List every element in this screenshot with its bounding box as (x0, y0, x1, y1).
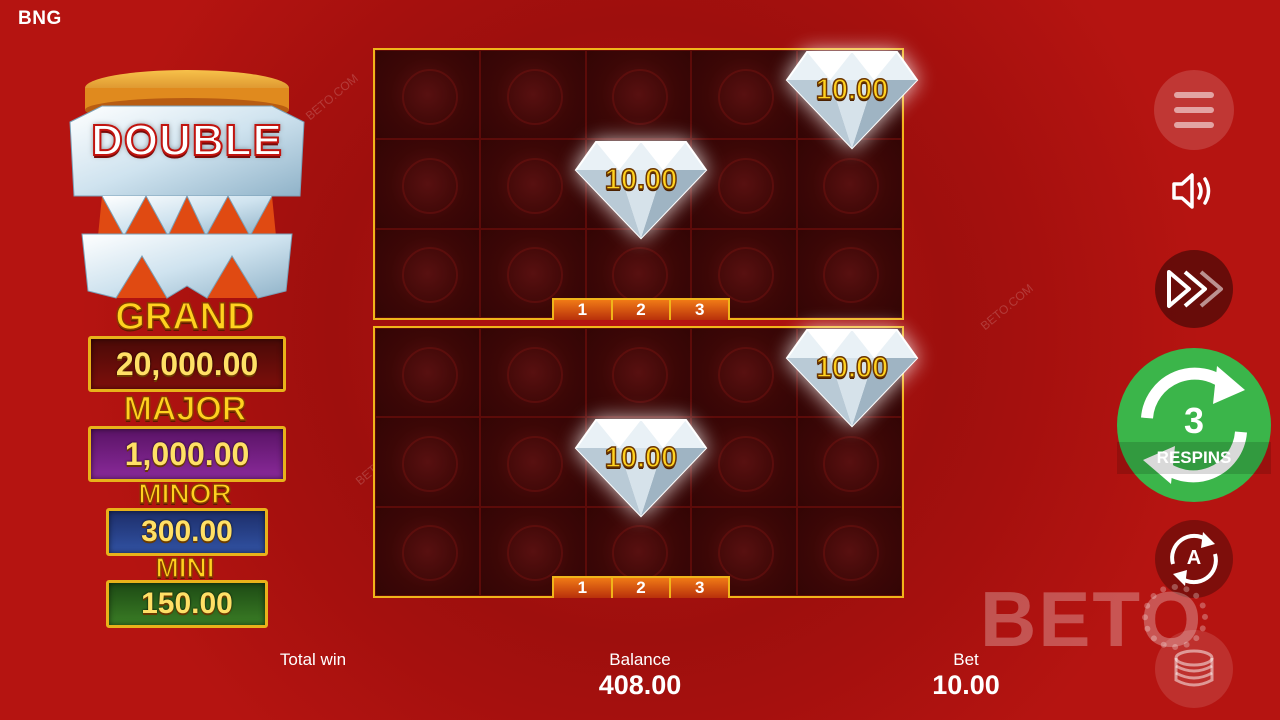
autoplay-letter: A (1186, 547, 1202, 569)
diamond-value: 10.00 (815, 73, 889, 107)
row-indicator-3: 3 (671, 578, 729, 598)
jackpot-minor-value: 300.00 (106, 508, 268, 556)
turbo-button[interactable] (1155, 250, 1233, 328)
jackpot-minor-label: MINOR (138, 477, 233, 510)
menu-icon (1174, 122, 1214, 128)
reel-cell (375, 328, 481, 418)
reel-cell (375, 506, 481, 596)
row-indicator: 1 2 3 (552, 298, 730, 320)
reel-board-bottom: 10.00 10.00 1 2 3 (373, 326, 919, 598)
reel-cell (796, 506, 902, 596)
reel-cell (375, 228, 481, 318)
drum-icon (69, 70, 305, 299)
sound-button[interactable] (1168, 168, 1220, 214)
jackpot-major-value: 1,000.00 (88, 426, 286, 482)
speaker-icon (1172, 173, 1211, 209)
diamond-value: 10.00 (604, 441, 678, 475)
bet-settings-button[interactable] (1155, 630, 1233, 708)
reel-cell (375, 417, 481, 507)
reel-cell (480, 417, 586, 507)
row-indicator: 1 2 3 (552, 576, 730, 598)
diamond-symbol: 10.00 (574, 134, 708, 244)
reel-cell (691, 50, 797, 140)
diamond-value: 10.00 (604, 163, 678, 197)
diamond-value: 10.00 (815, 351, 889, 385)
reel-cell (480, 50, 586, 140)
menu-icon (1174, 107, 1214, 113)
reel-cell (796, 228, 902, 318)
menu-button[interactable] (1154, 70, 1234, 150)
reel-cell (585, 50, 692, 140)
reel-cell (375, 139, 481, 229)
game-logo: DOUBLE (62, 66, 312, 306)
jackpot-grand-value: 20,000.00 (88, 336, 286, 392)
logo-title: DOUBLE (90, 115, 283, 166)
reel-cell (585, 328, 692, 418)
bet-label: Bet (953, 650, 979, 669)
fast-forward-icon (1167, 270, 1223, 308)
respin-button[interactable]: 3 RESPINS (1117, 348, 1271, 502)
row-indicator-2: 2 (612, 300, 672, 320)
reel-cell (375, 50, 481, 140)
reel-board-top: 10.00 10.00 1 2 3 (373, 48, 919, 320)
row-indicator-1: 1 (554, 300, 613, 320)
menu-icon (1174, 92, 1214, 98)
reel-cell (480, 328, 586, 418)
watermark-small: BETO.COM (977, 281, 1036, 333)
brand-logo: BNG (18, 8, 62, 29)
coin-stack-icon (1174, 649, 1214, 687)
jackpot-mini-value: 150.00 (106, 580, 268, 628)
diamond-symbol: 10.00 (574, 412, 708, 522)
row-indicator-2: 2 (612, 578, 672, 598)
total-win-label: Total win (279, 650, 347, 669)
row-indicator-3: 3 (671, 300, 729, 320)
diamond-symbol: 10.00 (785, 44, 919, 154)
balance-value: 408.00 (598, 670, 682, 700)
jackpot-major-label: MAJOR (123, 389, 247, 429)
balance-label: Balance (609, 650, 671, 669)
reel-cell (691, 328, 797, 418)
bet-value: 10.00 (932, 670, 1000, 700)
reel-cell (480, 139, 586, 229)
row-indicator-1: 1 (554, 578, 613, 598)
jackpot-grand-label: GRAND (115, 295, 256, 339)
respins-count: 3 (1183, 400, 1205, 441)
diamond-symbol: 10.00 (785, 322, 919, 432)
respins-label: RESPINS (1156, 448, 1232, 467)
